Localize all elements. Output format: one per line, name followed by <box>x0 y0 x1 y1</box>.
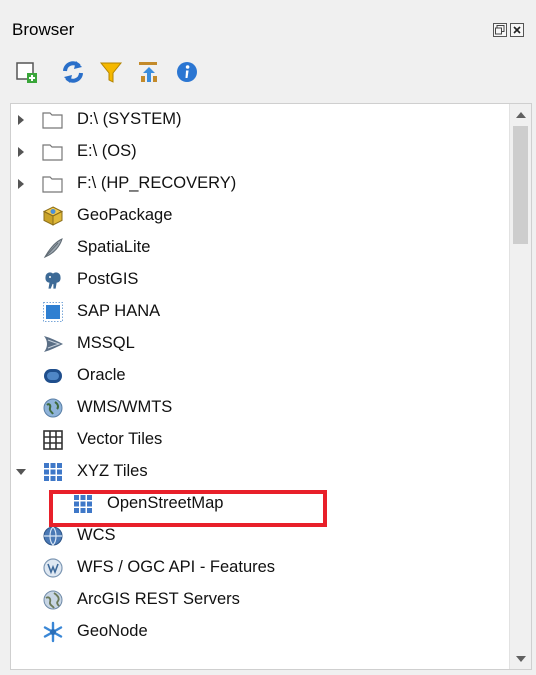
geonode-icon <box>43 621 63 643</box>
tree-item-oracle[interactable]: Oracle <box>11 360 506 392</box>
geopackage-icon <box>42 206 64 226</box>
tree-item-drive-f[interactable]: F:\ (HP_RECOVERY) <box>11 168 506 200</box>
properties-button[interactable] <box>174 58 200 86</box>
browser-panel: Browser D:\ (SYSTEM) E:\ (OS) F:\ (HP_RE… <box>0 0 536 675</box>
scroll-up-arrow-icon[interactable] <box>514 108 528 122</box>
tree-item-mssql[interactable]: MSSQL <box>11 328 506 360</box>
tree-item-wfs-ogc-api[interactable]: WFS / OGC API - Features <box>11 552 506 584</box>
tree-item-label: ArcGIS REST Servers <box>77 590 240 608</box>
collapse-arrow-icon[interactable] <box>15 465 27 479</box>
tree-item-label: Oracle <box>77 366 126 384</box>
oracle-icon <box>44 369 62 383</box>
spatialite-feather-icon <box>43 238 63 259</box>
tree-item-label: SAP HANA <box>77 302 161 320</box>
tree-item-geonode[interactable]: GeoNode <box>11 616 506 648</box>
expand-arrow-icon[interactable] <box>15 177 27 191</box>
tree-item-xyz-tiles[interactable]: XYZ Tiles <box>11 456 506 488</box>
refresh-button[interactable] <box>60 58 86 86</box>
tree-item-geopackage[interactable]: GeoPackage <box>11 200 506 232</box>
add-layer-button[interactable] <box>14 58 40 86</box>
tree-item-label: GeoNode <box>77 622 148 640</box>
filter-button[interactable] <box>98 58 124 86</box>
folder-icon <box>42 112 63 129</box>
browser-tree[interactable]: D:\ (SYSTEM) E:\ (OS) F:\ (HP_RECOVERY) … <box>10 103 532 670</box>
tree-item-label: D:\ (SYSTEM) <box>77 110 182 128</box>
tree-item-spatialite[interactable]: SpatiaLite <box>11 232 506 264</box>
tree-item-postgis[interactable]: PostGIS <box>11 264 506 296</box>
expand-arrow-icon[interactable] <box>15 145 27 159</box>
folder-icon <box>42 176 63 193</box>
expand-arrow-icon[interactable] <box>15 113 27 127</box>
vector-tiles-grid-icon <box>43 430 63 450</box>
tree-item-label: WMS/WMTS <box>77 398 173 416</box>
tree-item-label: WFS / OGC API - Features <box>77 558 276 576</box>
tree-item-sap-hana[interactable]: SAP HANA <box>11 296 506 328</box>
sap-hana-icon <box>43 302 63 322</box>
tree-item-wcs[interactable]: WCS <box>11 520 506 552</box>
tree-vertical-scrollbar[interactable] <box>509 104 531 669</box>
collapse-all-button[interactable] <box>136 58 162 86</box>
tree-item-label: GeoPackage <box>77 206 173 224</box>
tree-item-label: XYZ Tiles <box>77 462 148 480</box>
tree-item-label: F:\ (HP_RECOVERY) <box>77 174 237 192</box>
tree-item-openstreetmap[interactable]: OpenStreetMap <box>11 488 506 520</box>
tree-item-label: SpatiaLite <box>77 238 151 256</box>
panel-title: Browser <box>12 20 75 39</box>
xyz-tiles-icon <box>74 495 92 513</box>
tree-item-label: OpenStreetMap <box>107 494 224 512</box>
undock-panel-icon[interactable] <box>493 23 507 37</box>
panel-title-bar: Browser <box>0 0 536 66</box>
tree-item-label: PostGIS <box>77 270 139 288</box>
close-panel-icon[interactable] <box>510 23 524 37</box>
tree-item-label: E:\ (OS) <box>77 142 137 160</box>
mssql-icon <box>44 336 63 352</box>
collapse-all-icon <box>139 62 157 82</box>
info-icon <box>177 62 197 82</box>
add-layer-icon <box>16 62 37 83</box>
arcgis-globe-icon <box>43 590 63 610</box>
tree-item-wms-wmts[interactable]: WMS/WMTS <box>11 392 506 424</box>
wfs-globe-icon <box>43 558 63 578</box>
tree-item-label: WCS <box>77 526 116 544</box>
tree-item-arcgis-rest[interactable]: ArcGIS REST Servers <box>11 584 506 616</box>
tree-item-vector-tiles[interactable]: Vector Tiles <box>11 424 506 456</box>
refresh-icon <box>63 61 83 83</box>
wcs-globe-icon <box>43 526 63 546</box>
xyz-tiles-icon <box>44 463 62 481</box>
scrollbar-thumb[interactable] <box>513 126 528 244</box>
tree-item-label: MSSQL <box>77 334 135 352</box>
filter-icon <box>99 62 123 83</box>
postgis-elephant-icon <box>44 271 62 290</box>
tree-item-label: Vector Tiles <box>77 430 163 448</box>
folder-icon <box>42 144 63 161</box>
scroll-down-arrow-icon[interactable] <box>514 652 528 666</box>
wms-globe-icon <box>43 398 63 418</box>
browser-toolbar <box>12 58 312 88</box>
tree-item-drive-d[interactable]: D:\ (SYSTEM) <box>11 104 506 136</box>
tree-item-drive-e[interactable]: E:\ (OS) <box>11 136 506 168</box>
